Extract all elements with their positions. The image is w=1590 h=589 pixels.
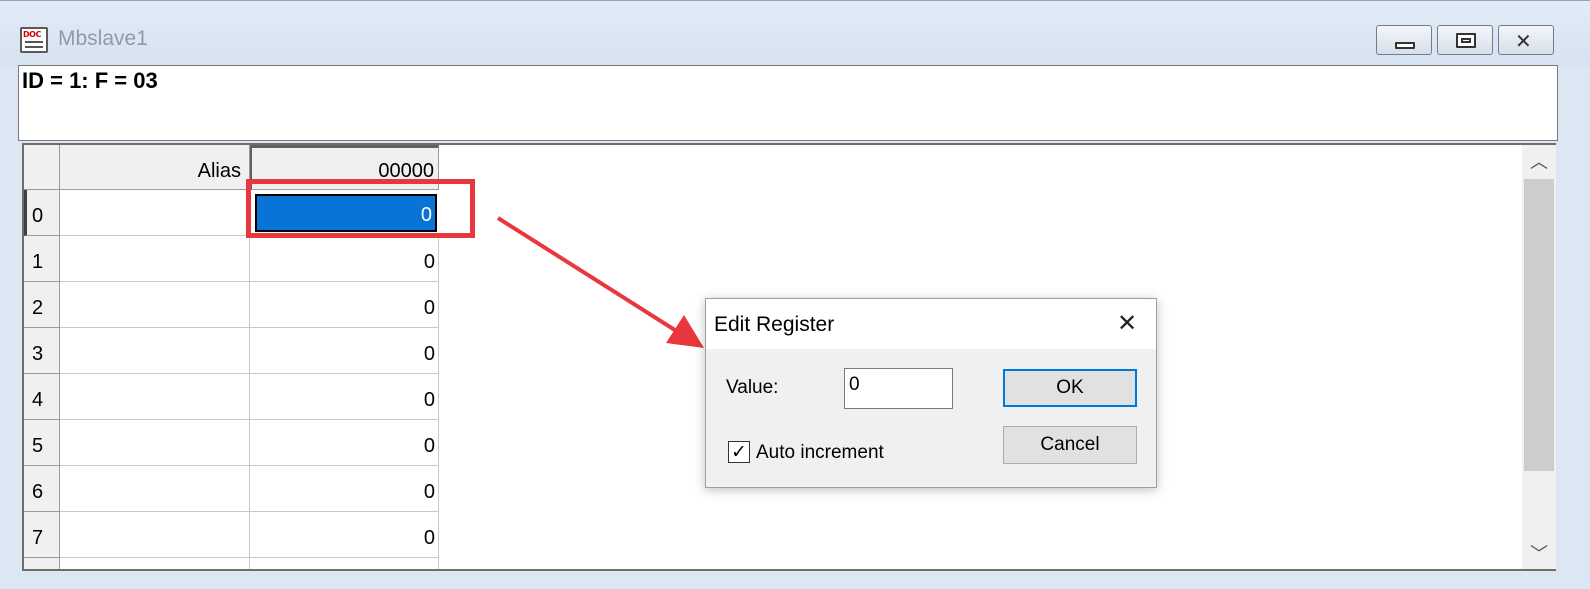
minimize-icon bbox=[1395, 42, 1415, 49]
close-icon: ✕ bbox=[1515, 29, 1532, 53]
register-value-cell[interactable] bbox=[250, 558, 439, 569]
info-panel: ID = 1: F = 03 bbox=[18, 65, 1558, 141]
register-value-cell[interactable]: 0 bbox=[250, 236, 439, 282]
row-header[interactable]: 0 bbox=[24, 190, 60, 236]
alias-cell[interactable] bbox=[60, 328, 250, 374]
ok-button[interactable]: OK bbox=[1003, 369, 1137, 407]
register-value-cell[interactable]: 0 bbox=[250, 466, 439, 512]
register-value-cell[interactable]: 0 bbox=[250, 420, 439, 466]
register-value-cell[interactable]: 0 bbox=[250, 282, 439, 328]
value-label: Value: bbox=[726, 377, 779, 398]
doc-icon-line bbox=[25, 46, 43, 48]
column-header-alias[interactable]: Alias bbox=[60, 145, 250, 190]
scroll-thumb[interactable] bbox=[1524, 179, 1554, 471]
arrow-head bbox=[666, 315, 704, 348]
close-window-button[interactable]: ✕ bbox=[1498, 25, 1554, 55]
auto-increment-label[interactable]: Auto increment bbox=[756, 442, 884, 464]
restore-button[interactable] bbox=[1437, 25, 1493, 55]
window-title: Mbslave1 bbox=[58, 27, 148, 50]
register-value-cell[interactable]: 0 bbox=[250, 328, 439, 374]
slave-info-text: ID = 1: F = 03 bbox=[22, 68, 158, 93]
dialog-title-bar[interactable]: Edit Register ✕ bbox=[706, 299, 1156, 349]
value-input[interactable]: 0 bbox=[844, 368, 953, 409]
doc-icon: DOC bbox=[20, 27, 48, 53]
row-header[interactable] bbox=[24, 558, 60, 569]
dialog-title: Edit Register bbox=[714, 313, 835, 336]
row-header[interactable]: 3 bbox=[24, 328, 60, 374]
grid-corner[interactable] bbox=[24, 145, 60, 190]
register-value-cell[interactable]: 0 bbox=[250, 512, 439, 558]
row-header[interactable]: 4 bbox=[24, 374, 60, 420]
minimize-button[interactable] bbox=[1376, 25, 1432, 55]
edit-register-dialog: Edit Register ✕ Value: 0 ✓ Auto incremen… bbox=[705, 298, 1157, 488]
auto-increment-checkbox[interactable]: ✓ bbox=[728, 441, 750, 463]
highlight-box bbox=[246, 179, 475, 238]
close-icon[interactable]: ✕ bbox=[1113, 309, 1141, 337]
row-header[interactable]: 6 bbox=[24, 466, 60, 512]
cancel-button[interactable]: Cancel bbox=[1003, 426, 1137, 464]
alias-cell[interactable] bbox=[60, 236, 250, 282]
annotation-arrow-icon bbox=[496, 216, 704, 348]
register-value-cell[interactable]: 0 bbox=[250, 374, 439, 420]
arrow-shaft bbox=[496, 216, 680, 334]
alias-cell[interactable] bbox=[60, 282, 250, 328]
row-header[interactable]: 7 bbox=[24, 512, 60, 558]
scroll-down-arrow-icon[interactable]: ﹀ bbox=[1522, 539, 1556, 569]
alias-cell[interactable] bbox=[60, 512, 250, 558]
vertical-scrollbar[interactable]: ︿ ﹀ bbox=[1522, 145, 1556, 569]
alias-cell[interactable] bbox=[60, 190, 250, 236]
alias-cell[interactable] bbox=[60, 558, 250, 569]
title-bar[interactable]: DOC Mbslave1 ✕ bbox=[0, 1, 1590, 67]
mdi-child-window: DOC Mbslave1 ✕ ID = 1: F = 03 Alias 0000… bbox=[0, 0, 1590, 589]
row-header[interactable]: 1 bbox=[24, 236, 60, 282]
restore-icon bbox=[1456, 33, 1476, 48]
scroll-up-arrow-icon[interactable]: ︿ bbox=[1522, 147, 1556, 177]
alias-cell[interactable] bbox=[60, 374, 250, 420]
alias-cell[interactable] bbox=[60, 466, 250, 512]
doc-icon-line bbox=[25, 41, 43, 43]
doc-icon-text: DOC bbox=[23, 30, 41, 39]
row-header[interactable]: 5 bbox=[24, 420, 60, 466]
row-header[interactable]: 2 bbox=[24, 282, 60, 328]
alias-cell[interactable] bbox=[60, 420, 250, 466]
